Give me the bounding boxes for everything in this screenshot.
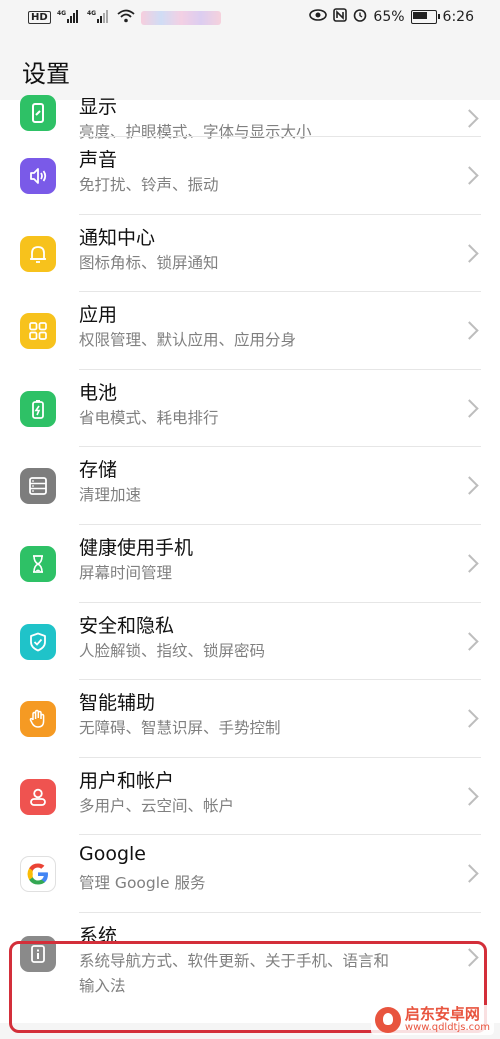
speaker-icon — [20, 158, 56, 194]
settings-list: 显示 亮度、护眼模式、字体与显示大小 声音 免打扰、铃声、振动 通知中心 图标角… — [0, 95, 500, 1023]
svg-text:4G: 4G — [87, 10, 96, 17]
watermark-line2: www.qdldtjs.com — [404, 1021, 490, 1033]
storage-icon — [20, 468, 56, 505]
chevron-right-icon — [460, 787, 479, 806]
chevron-right-icon — [460, 476, 479, 496]
chevron-right-icon — [460, 109, 479, 128]
settings-item-title: 智能辅助 — [79, 692, 156, 715]
clock: 6:26 — [442, 9, 474, 25]
nfc-icon — [333, 8, 348, 26]
watermark: 启东安卓网 www.qdldtjs.com — [370, 1004, 494, 1035]
status-left: HD 4G 4G — [28, 9, 221, 26]
settings-item-title: 应用 — [79, 304, 118, 327]
settings-item-storage[interactable]: 存储 清理加速 — [0, 447, 500, 525]
google-icon — [20, 856, 56, 893]
settings-item-display[interactable]: 显示 亮度、护眼模式、字体与显示大小 — [0, 95, 500, 141]
shield-icon — [20, 623, 56, 660]
settings-item-sound[interactable]: 声音 免打扰、铃声、振动 — [0, 137, 500, 215]
settings-item-subtitle: 图标角标、锁屏通知 — [79, 253, 219, 272]
signal-icon: 4G — [87, 9, 111, 26]
chevron-right-icon — [460, 166, 479, 185]
chevron-right-icon — [460, 864, 479, 884]
signal-icon: 4G — [57, 9, 81, 26]
battery-percent: 65% — [373, 9, 405, 25]
svg-text:4G: 4G — [57, 10, 66, 17]
settings-item-smart-assistance[interactable]: 智能辅助 无障碍、智慧识屏、手势控制 — [0, 680, 500, 758]
battery-icon — [410, 10, 440, 24]
settings-item-title: 声音 — [79, 149, 118, 171]
carrier-blur — [140, 10, 221, 25]
settings-item-notifications[interactable]: 通知中心 图标角标、锁屏通知 — [0, 215, 500, 293]
chevron-right-icon — [460, 399, 479, 418]
settings-item-title: 健康使用手机 — [79, 536, 194, 559]
settings-item-battery[interactable]: 电池 省电模式、耗电排行 — [0, 370, 500, 448]
settings-item-subtitle: 清理加速 — [79, 486, 142, 505]
status-right: 65% 6:26 — [309, 8, 474, 26]
page-title: 设置 — [22, 60, 70, 88]
watermark-line1: 启东安卓网 — [404, 1004, 480, 1023]
settings-item-subtitle: 屏幕时间管理 — [79, 563, 173, 582]
settings-item-subtitle: 免打扰、铃声、振动 — [79, 176, 219, 194]
apps-grid-icon — [20, 313, 56, 350]
settings-item-subtitle: 无障碍、智慧识屏、手势控制 — [79, 719, 281, 738]
settings-item-title: 安全和隐私 — [79, 614, 175, 637]
battery-icon — [20, 390, 56, 427]
settings-item-google[interactable]: Google 管理 Google 服务 — [0, 835, 500, 913]
settings-item-subtitle: 权限管理、默认应用、应用分身 — [79, 331, 297, 350]
bell-icon — [20, 235, 56, 272]
settings-item-title: 显示 — [79, 96, 118, 118]
chevron-right-icon — [460, 243, 479, 263]
settings-item-title: 存储 — [79, 459, 118, 482]
settings-item-subtitle: 省电模式、耗电排行 — [79, 408, 219, 427]
watermark-logo-icon — [374, 1006, 401, 1033]
settings-item-apps[interactable]: 应用 权限管理、默认应用、应用分身 — [0, 292, 500, 370]
eye-comfort-icon — [309, 9, 328, 25]
chevron-right-icon — [460, 709, 479, 728]
settings-item-users-accounts[interactable]: 用户和帐户 多用户、云空间、帐户 — [0, 758, 500, 836]
hand-icon — [20, 701, 56, 738]
hd-icon: HD — [28, 11, 51, 24]
hourglass-icon — [20, 545, 56, 582]
status-bar: HD 4G 4G 65% 6:26 — [0, 0, 500, 34]
settings-item-subtitle: 人脸解锁、指纹、锁屏密码 — [79, 641, 266, 660]
chevron-right-icon — [460, 321, 479, 340]
chevron-right-icon — [460, 631, 479, 651]
user-icon — [20, 778, 56, 815]
settings-item-title: 通知中心 — [79, 226, 156, 249]
settings-item-title: 用户和帐户 — [79, 769, 175, 792]
alarm-icon — [353, 8, 367, 26]
chevron-right-icon — [460, 554, 479, 573]
settings-item-subtitle: 管理 Google 服务 — [79, 874, 206, 893]
settings-item-subtitle: 多用户、云空间、帐户 — [79, 796, 235, 815]
settings-item-title: 电池 — [79, 381, 118, 404]
wifi-icon — [117, 9, 135, 26]
settings-item-title: Google — [79, 843, 147, 866]
watermark-text: 启东安卓网 www.qdldtjs.com — [404, 1004, 490, 1033]
title-bar: 设置 — [0, 34, 500, 100]
settings-item-digital-balance[interactable]: 健康使用手机 屏幕时间管理 — [0, 525, 500, 603]
settings-item-security[interactable]: 安全和隐私 人脸解锁、指纹、锁屏密码 — [0, 603, 500, 681]
phone-display-icon — [20, 95, 56, 131]
